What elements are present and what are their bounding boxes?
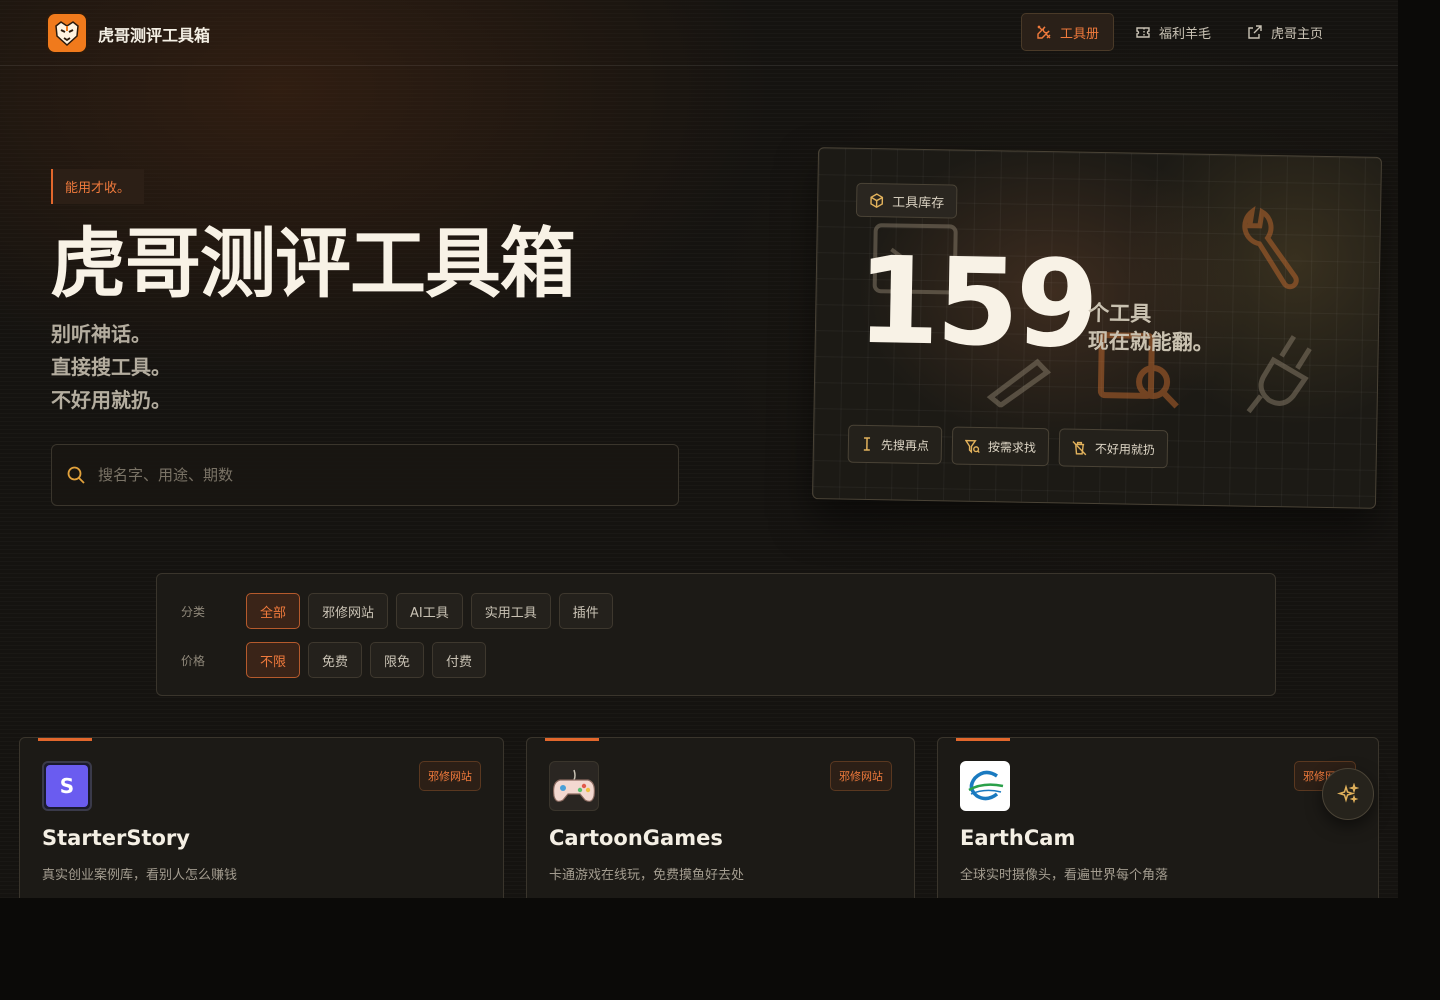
feature-chips: 先搜再点 按需求找 不好用就扔 xyxy=(847,424,1169,469)
box-icon xyxy=(870,192,884,208)
category-label: 分类 xyxy=(181,604,206,619)
chip-discard-bad: 不好用就扔 xyxy=(1058,428,1169,469)
chip-label: 先搜再点 xyxy=(880,437,930,453)
header: 虎哥测评工具箱 工具册 福利羊毛 虎哥主页 xyxy=(0,0,1398,66)
ticket-icon xyxy=(1136,27,1150,38)
search-input[interactable] xyxy=(98,466,638,484)
category-pill-sites[interactable]: 邪修网站 xyxy=(308,593,389,629)
tool-card[interactable]: 邪修网站 CartoonGames 卡通游戏在线玩，免费摸鱼好去处 xyxy=(526,737,915,898)
plug-deco-icon xyxy=(1246,335,1312,414)
nav-item-homepage[interactable]: 虎哥主页 xyxy=(1232,13,1338,51)
chip-search-first: 先搜再点 xyxy=(847,424,943,465)
hero-tagline: 能用才收。 xyxy=(51,169,145,204)
starterstory-logo-icon: S xyxy=(42,761,92,811)
category-filter-row: 分类 全部 邪修网站 AI工具 实用工具 插件 xyxy=(181,593,621,629)
card-description: 真实创业案例库，看别人怎么赚钱 xyxy=(42,868,238,883)
slogan-line: 别听神话。 xyxy=(51,322,151,346)
count-caption: 现在就能翻。 xyxy=(1087,328,1214,356)
tool-card[interactable]: 邪修网站 EarthCam 全球实时摄像头，看遍世界每个角落 xyxy=(937,737,1379,898)
card-accent-bar xyxy=(38,738,92,741)
price-pill-limited-free[interactable]: 限免 xyxy=(370,642,425,678)
slogan-line: 直接搜工具。 xyxy=(51,355,171,379)
card-title: StarterStory xyxy=(42,826,190,850)
wrench-deco-icon xyxy=(1242,205,1299,290)
card-category-tag: 邪修网站 xyxy=(419,761,481,791)
nav-label-homepage: 虎哥主页 xyxy=(1270,26,1323,42)
card-title: EarthCam xyxy=(960,826,1076,850)
chip-label: 不好用就扔 xyxy=(1094,441,1156,457)
category-pill-plugins[interactable]: 插件 xyxy=(558,593,613,629)
category-pill-utility[interactable]: 实用工具 xyxy=(470,593,551,629)
ai-assistant-button[interactable] xyxy=(1322,768,1374,820)
filter-panel: 分类 全部 邪修网站 AI工具 实用工具 插件 价格 不限 免费 限免 付费 xyxy=(156,573,1276,696)
card-description: 卡通游戏在线玩，免费摸鱼好去处 xyxy=(549,868,745,883)
price-pill-paid[interactable]: 付费 xyxy=(432,642,487,678)
nav-label-deals: 福利羊毛 xyxy=(1158,26,1211,42)
card-description: 全球实时摄像头，看遍世界每个角落 xyxy=(960,868,1169,883)
card-accent-bar xyxy=(545,738,599,741)
tool-count: 159 xyxy=(855,231,1097,375)
nav-item-deals[interactable]: 福利羊毛 xyxy=(1120,13,1226,51)
cursor-icon xyxy=(863,437,871,451)
count-unit: 个工具 xyxy=(1088,300,1152,326)
tool-card[interactable]: S 邪修网站 StarterStory 真实创业案例库，看别人怎么赚钱 xyxy=(19,737,504,898)
tiger-logo-icon[interactable] xyxy=(46,12,88,54)
tool-count-desc: 个工具 现在就能翻。 xyxy=(1088,299,1215,357)
brand-name[interactable]: 虎哥测评工具箱 xyxy=(98,22,210,46)
slogan-line: 不好用就扔。 xyxy=(51,388,171,412)
chip-find-by-need: 按需求找 xyxy=(951,426,1050,467)
inventory-badge: 工具库存 xyxy=(855,182,958,219)
trash-off-icon xyxy=(1072,440,1087,455)
hero-slogans: 别听神话。 直接搜工具。 不好用就扔。 xyxy=(51,318,171,417)
price-pill-free[interactable]: 免费 xyxy=(308,642,363,678)
external-link-icon xyxy=(1248,25,1262,39)
card-title: CartoonGames xyxy=(549,826,723,850)
price-label: 价格 xyxy=(181,653,206,668)
page: 虎哥测评工具箱 工具册 福利羊毛 虎哥主页 能用才收。 虎哥测评工具箱 别听神话… xyxy=(0,0,1398,898)
search-box[interactable] xyxy=(51,444,679,506)
category-pill-ai[interactable]: AI工具 xyxy=(396,593,463,629)
tools-icon xyxy=(1037,25,1051,39)
nav-item-tools[interactable]: 工具册 xyxy=(1020,13,1114,51)
nav-label-tools: 工具册 xyxy=(1059,26,1099,42)
gamepad-logo-icon xyxy=(549,761,599,811)
chip-label: 按需求找 xyxy=(987,439,1037,455)
earthcam-logo-icon xyxy=(960,761,1010,811)
tool-stats-card: 工具库存 159 个工具 现在就能翻。 先搜再点 按需求找 不好用就扔 xyxy=(811,147,1383,509)
price-pill-any[interactable]: 不限 xyxy=(246,642,301,678)
filter-icon xyxy=(964,439,980,454)
search-icon xyxy=(67,466,85,484)
logo-letter: S xyxy=(46,765,88,807)
category-pill-all[interactable]: 全部 xyxy=(246,593,301,629)
card-accent-bar xyxy=(956,738,1010,741)
price-filter-row: 价格 不限 免费 限免 付费 xyxy=(181,642,494,678)
main-nav: 工具册 福利羊毛 虎哥主页 xyxy=(1020,13,1338,51)
hero-title: 虎哥测评工具箱 xyxy=(50,219,576,308)
card-category-tag: 邪修网站 xyxy=(830,761,892,791)
inventory-label: 工具库存 xyxy=(892,194,945,211)
sparkle-icon xyxy=(1337,783,1359,804)
